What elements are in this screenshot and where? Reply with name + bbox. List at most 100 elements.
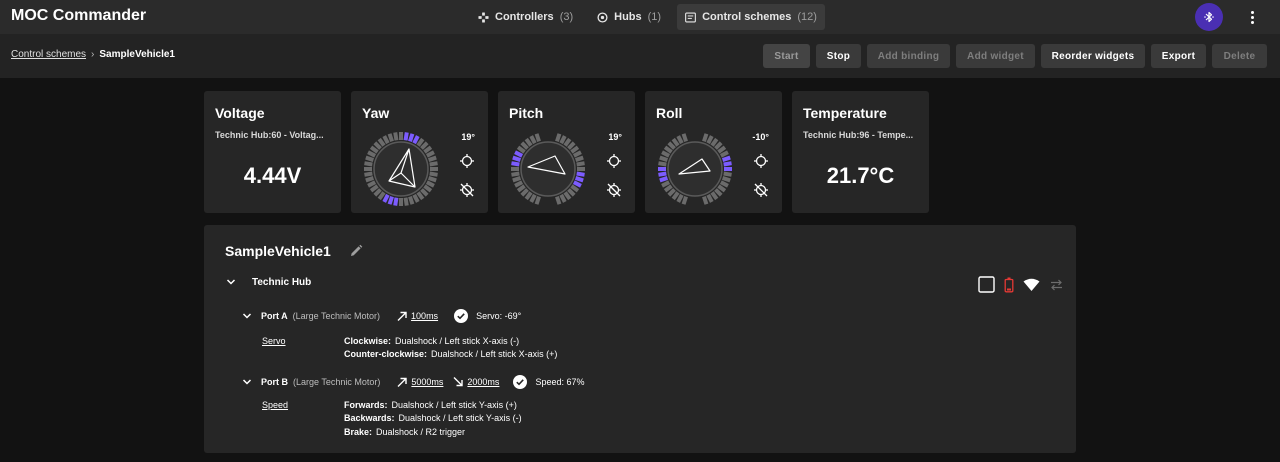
gauge-tick	[661, 150, 671, 158]
tab-controllers[interactable]: Controllers (3)	[470, 4, 581, 30]
gauge-tick	[702, 195, 709, 205]
gauge-tick	[367, 180, 377, 188]
temperature-value: 21.7°C	[826, 163, 895, 188]
edit-icon[interactable]	[348, 243, 364, 259]
start-button[interactable]: Start	[763, 44, 810, 68]
reset-orientation-icon[interactable]	[606, 182, 622, 198]
scheme-name: SampleVehicle1	[225, 243, 331, 259]
input-value: Dualshock / Left stick X-axis (-)	[395, 336, 520, 346]
gauge-tick	[534, 133, 541, 143]
gauge-tick	[429, 171, 438, 177]
gauge-tick	[717, 145, 727, 154]
stop-button[interactable]: Stop	[816, 44, 861, 68]
bluetooth-button[interactable]	[1195, 3, 1223, 31]
gauge-tick	[408, 133, 415, 143]
port-b-type: (Large Technic Motor)	[293, 377, 381, 387]
input-value: Dualshock / Left stick Y-axis (-)	[398, 413, 522, 423]
more-menu-button[interactable]	[1243, 8, 1261, 26]
gauge-tick	[408, 195, 415, 205]
gauge-tick	[555, 195, 562, 205]
gauge-tick	[659, 176, 669, 183]
more-vert-dot	[1250, 20, 1254, 24]
control-schemes-icon	[685, 12, 697, 22]
gauge-tick	[365, 176, 375, 183]
port-a-binding-link[interactable]: Servo	[262, 336, 286, 346]
gauge-tick	[427, 155, 437, 162]
gauge-tick	[721, 176, 731, 183]
toolbar-buttons: Start Stop Add binding Add widget Reorde…	[763, 44, 1267, 68]
gauge-tick	[382, 193, 390, 203]
port-a-acceleration-link[interactable]: 100ms	[411, 311, 438, 321]
bluetooth-icon	[1204, 11, 1214, 23]
voltage-value: 4.44V	[243, 163, 302, 188]
chevron-down-icon[interactable]	[224, 275, 238, 289]
gauge-tick	[706, 135, 714, 145]
gauge-tick	[667, 141, 676, 150]
roll-widget: Roll -10°	[645, 91, 782, 213]
acceleration-arrow-icon	[397, 311, 407, 321]
gauge-tick	[373, 188, 382, 197]
port-b-acceleration-link[interactable]: 5000ms	[411, 377, 443, 387]
gauge-tick	[710, 191, 719, 201]
gauge-tick	[512, 155, 522, 162]
breadcrumb-current: SampleVehicle1	[99, 49, 175, 60]
port-a-type: (Large Technic Motor)	[292, 311, 381, 321]
yaw-widget-title: Yaw	[362, 105, 390, 121]
gauge-tick	[512, 176, 522, 183]
gauge-tick	[658, 171, 667, 177]
gauge-tick	[524, 137, 533, 147]
reset-orientation-icon[interactable]	[753, 182, 769, 198]
chevron-down-icon[interactable]	[240, 375, 254, 389]
tab-control-schemes[interactable]: Control schemes (12)	[677, 4, 825, 30]
gauge-tick	[429, 161, 438, 167]
port-b-binding-link[interactable]: Speed	[262, 400, 288, 410]
gauge-tick	[663, 145, 673, 154]
gauge-tick	[373, 141, 382, 150]
add-widget-button[interactable]: Add widget	[956, 44, 1035, 68]
gauge-tick	[555, 133, 562, 143]
tab-controllers-label: Controllers	[495, 11, 554, 23]
gauge-tick	[714, 141, 723, 150]
delete-button[interactable]: Delete	[1212, 44, 1267, 68]
gauge-tick	[416, 191, 425, 201]
more-vert-icon	[1250, 10, 1254, 14]
crosshair-icon[interactable]	[606, 153, 622, 169]
gauge-tick	[559, 135, 567, 145]
breadcrumb-parent-link[interactable]: Control schemes	[11, 49, 86, 60]
reorder-widgets-button[interactable]: Reorder widgets	[1041, 44, 1145, 68]
yaw-gauge	[364, 132, 438, 206]
voltage-widget-title: Voltage	[215, 105, 265, 121]
crosshair-icon[interactable]	[753, 153, 769, 169]
tab-hubs-count: (1)	[647, 11, 662, 23]
tab-hubs[interactable]: Hubs (1)	[589, 4, 669, 30]
gauge-tick	[514, 150, 524, 158]
crosshair-icon[interactable]	[459, 153, 475, 169]
gauge-tick	[511, 171, 520, 177]
pitch-widget: Pitch 19°	[498, 91, 635, 213]
input-value: Dualshock / R2 trigger	[376, 427, 466, 437]
port-b-deceleration-link[interactable]: 2000ms	[467, 377, 499, 387]
swap-arrows-icon[interactable]	[1049, 278, 1064, 292]
gauge-tick	[420, 141, 429, 150]
gauge-tick	[529, 193, 537, 203]
input-label: Brake:	[344, 427, 373, 437]
gauge-tick	[365, 155, 375, 162]
gauge-tick	[567, 188, 576, 197]
gauge-tick	[676, 135, 684, 145]
hub-name: Technic Hub	[252, 276, 312, 288]
gauge-tick	[516, 184, 526, 193]
chevron-right-icon: ›	[91, 49, 95, 60]
gauge-tick	[702, 133, 709, 143]
stop-square-icon[interactable]	[978, 276, 995, 293]
add-binding-button[interactable]: Add binding	[867, 44, 950, 68]
gauge-tick	[714, 188, 723, 197]
gauge-tick	[723, 161, 732, 167]
yaw-angle: 19°	[461, 132, 475, 142]
export-button[interactable]: Export	[1151, 44, 1206, 68]
gauge-tick	[416, 137, 425, 147]
gauge-tick	[520, 141, 529, 150]
chevron-down-icon[interactable]	[240, 309, 254, 323]
gauge-tick	[516, 145, 526, 154]
gauge-tick	[420, 188, 429, 197]
reset-orientation-icon[interactable]	[459, 182, 475, 198]
